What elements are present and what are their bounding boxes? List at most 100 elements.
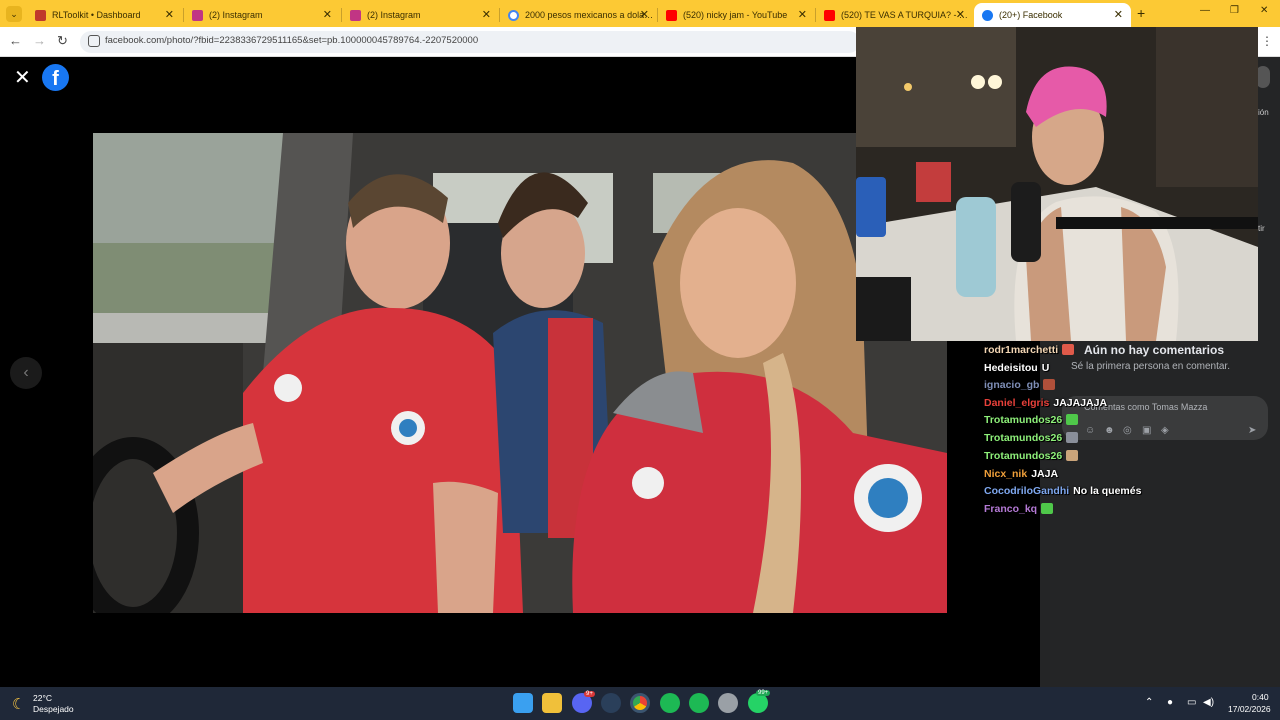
chat-emote-icon <box>1066 432 1079 443</box>
tab-title: (520) TE VAS A TURQUIA? - YouTube <box>841 10 971 20</box>
chat-emote-icon <box>1066 450 1079 461</box>
sticker-icon[interactable]: ◈ <box>1161 425 1169 436</box>
chat-message: Trotamundos26 <box>984 450 1079 462</box>
new-tab-icon[interactable]: + <box>1137 5 1145 21</box>
address-bar[interactable]: facebook.com/photo/?fbid=223833672951116… <box>80 31 860 53</box>
url-text[interactable]: facebook.com/photo/?fbid=223833672951116… <box>105 35 478 46</box>
tab-title: (520) nicky jam - YouTube <box>683 10 788 20</box>
reload-icon[interactable]: ↻ <box>57 33 68 49</box>
tab-title: RLToolkit • Dashboard <box>52 10 141 20</box>
volume-icon[interactable]: ◀) <box>1203 697 1214 708</box>
avatar-sticker-icon[interactable]: ☺ <box>1085 425 1095 436</box>
tab-title: 2000 pesos mexicanos a dolares <box>525 10 655 20</box>
chat-username: Franco_kq <box>984 503 1038 515</box>
chat-username: Trotamundos26 <box>984 450 1063 462</box>
previous-photo-icon[interactable]: ‹ <box>10 357 42 389</box>
forward-icon[interactable]: → <box>33 33 46 48</box>
camera-icon[interactable]: ◎ <box>1123 425 1132 436</box>
rltoolkit-icon <box>35 9 46 21</box>
windows-start-icon[interactable] <box>513 693 533 713</box>
clock-time[interactable]: 0:40 <box>1252 692 1269 702</box>
chrome-icon[interactable] <box>630 693 650 713</box>
tab-rltoolkit[interactable]: RLToolkit • Dashboard ✕ <box>27 3 182 27</box>
chat-username: CocodriloGandhi <box>984 485 1070 497</box>
chat-message: CocodriloGandhi No la quemés <box>984 485 1141 497</box>
chat-username: rodr1marchetti <box>984 344 1059 356</box>
close-viewer-icon[interactable]: ✕ <box>14 65 31 90</box>
weather-temperature[interactable]: 22°C <box>33 693 52 703</box>
close-tab-icon[interactable]: ✕ <box>798 8 807 21</box>
whatsapp-icon[interactable] <box>748 693 768 713</box>
tab-instagram-1[interactable]: (2) Instagram ✕ <box>184 3 340 27</box>
chat-emote-icon <box>1062 344 1075 355</box>
tab-title: (20+) Facebook <box>999 10 1063 20</box>
weather-moon-icon[interactable]: ☾ <box>12 695 25 713</box>
windows-taskbar: ☾ 22°C Despejado 9+ 99+ ⌃ ● ▭ ◀) 0:40 17… <box>0 687 1280 720</box>
close-tab-icon[interactable]: ✕ <box>482 8 491 21</box>
close-tab-icon[interactable]: ✕ <box>1114 8 1123 21</box>
chat-emote-icon <box>1041 503 1054 514</box>
chat-text: No la quemés <box>1073 485 1142 497</box>
chat-message: Franco_kq <box>984 503 1054 515</box>
photo-image <box>93 133 947 613</box>
chat-username: Hedeisitou <box>984 362 1038 374</box>
tab-youtube-nicky-jam[interactable]: (520) nicky jam - YouTube ✕ <box>658 3 815 27</box>
no-comments-heading: Aún no hay comentarios <box>1084 343 1225 357</box>
window-close-icon[interactable]: ✕ <box>1260 5 1268 16</box>
chat-emote-icon <box>1066 414 1079 425</box>
side-fragment: ión <box>1258 108 1269 117</box>
tab-instagram-2[interactable]: (2) Instagram ✕ <box>342 3 499 27</box>
spotify-icon-2[interactable] <box>689 693 709 713</box>
avatar[interactable] <box>1256 66 1270 88</box>
microphone-icon[interactable]: ● <box>1167 697 1173 708</box>
youtube-icon <box>666 9 677 21</box>
tab-search-dropdown-icon[interactable]: ⌄ <box>6 6 22 22</box>
clock-date[interactable]: 17/02/2026 <box>1228 704 1271 714</box>
display-icon[interactable]: ▭ <box>1187 697 1196 708</box>
close-tab-icon[interactable]: ✕ <box>165 8 174 21</box>
tab-title: (2) Instagram <box>209 10 263 20</box>
discord-badge: 9+ <box>584 691 595 697</box>
back-icon[interactable]: ← <box>9 33 22 48</box>
maximize-icon[interactable]: ❐ <box>1230 5 1239 16</box>
chat-message: Trotamundos26 <box>984 414 1079 426</box>
gif-icon[interactable]: ▣ <box>1142 425 1151 436</box>
weather-description[interactable]: Despejado <box>33 704 74 714</box>
browser-tab-strip: ⌄ RLToolkit • Dashboard ✕ (2) Instagram … <box>0 0 1280 27</box>
chat-text: JAJAJAJA <box>1053 397 1108 409</box>
first-comment-hint: Sé la primera persona en comentar. <box>1071 361 1230 372</box>
facebook-icon <box>982 9 993 21</box>
chat-username: Daniel_elgris <box>984 397 1050 409</box>
close-tab-icon[interactable]: ✕ <box>956 8 965 21</box>
chat-username: Nicx_nik <box>984 468 1028 480</box>
site-info-icon[interactable] <box>88 35 100 47</box>
chat-message: Hedeisitou U <box>984 362 1049 374</box>
chat-username: ignacio_gb <box>984 379 1040 391</box>
minimize-icon[interactable]: — <box>1200 5 1210 16</box>
tab-google-search[interactable]: 2000 pesos mexicanos a dolares ✕ <box>500 3 657 27</box>
instagram-icon <box>350 9 361 21</box>
chat-message: rodr1marchetti <box>984 344 1075 356</box>
chat-username: Trotamundos26 <box>984 414 1063 426</box>
chat-emote-icon <box>1043 379 1056 390</box>
tab-facebook[interactable]: (20+) Facebook ✕ <box>974 3 1131 27</box>
emoji-icon[interactable]: ☻ <box>1104 425 1115 436</box>
tab-title: (2) Instagram <box>367 10 421 20</box>
browser-menu-icon[interactable]: ⋮ <box>1261 34 1273 48</box>
facebook-logo-icon[interactable]: f <box>42 64 69 91</box>
tab-youtube-turquia[interactable]: (520) TE VAS A TURQUIA? - YouTube ✕ <box>816 3 973 27</box>
chat-message: Daniel_elgris JAJAJAJA <box>984 397 1107 409</box>
show-hidden-icons-icon[interactable]: ⌃ <box>1145 697 1153 708</box>
webcam-feed <box>856 27 1258 341</box>
send-icon[interactable]: ➤ <box>1248 425 1256 436</box>
close-tab-icon[interactable]: ✕ <box>323 8 332 21</box>
file-explorer-icon[interactable] <box>542 693 562 713</box>
chat-text: U <box>1041 362 1050 374</box>
close-tab-icon[interactable]: ✕ <box>640 8 649 21</box>
chat-username: Trotamundos26 <box>984 432 1063 444</box>
chat-text: JAJA <box>1031 468 1059 480</box>
spotify-icon[interactable] <box>660 693 680 713</box>
steam-icon[interactable] <box>601 693 621 713</box>
side-fragment: tir <box>1258 224 1265 233</box>
settings-app-icon[interactable] <box>718 693 738 713</box>
